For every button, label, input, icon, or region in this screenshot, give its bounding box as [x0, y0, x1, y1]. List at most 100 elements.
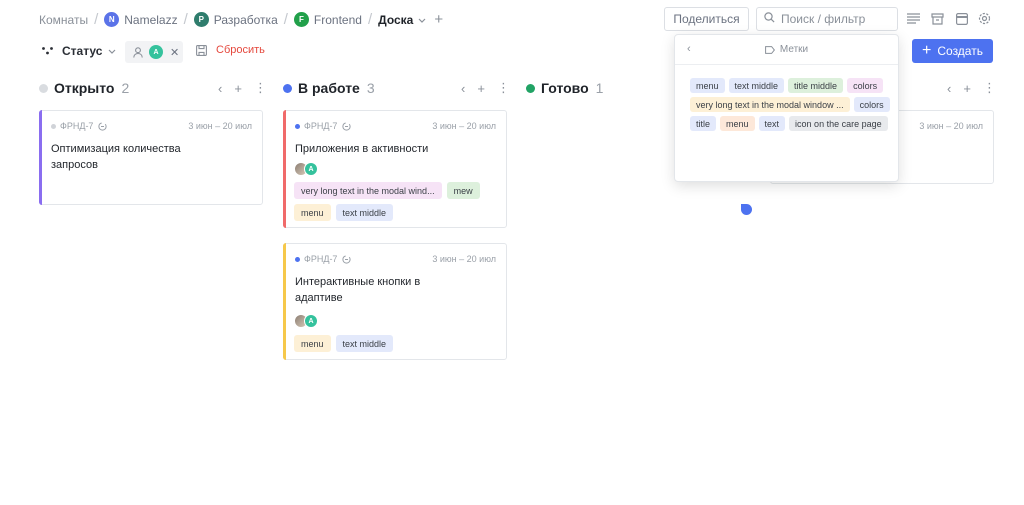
column-title: Готово: [541, 80, 589, 96]
column-header-done: Готово 1: [526, 78, 603, 98]
chevron-down-icon[interactable]: [418, 15, 426, 25]
card-dates: 3 июн – 20 июл: [919, 121, 983, 131]
column-count: 3: [366, 80, 375, 96]
breadcrumb-label: Комнаты: [39, 12, 89, 27]
window-icon[interactable]: [954, 11, 969, 26]
status-filter-label: Статус: [62, 44, 103, 58]
tag: menu: [294, 335, 331, 352]
search-box[interactable]: [756, 7, 898, 31]
search-icon: [764, 10, 775, 28]
reset-filter-label: Сбросить: [216, 44, 265, 56]
label-option[interactable]: text middle: [728, 78, 785, 93]
more-icon[interactable]: ⋮: [497, 80, 510, 96]
card-priority-bar: [283, 243, 286, 360]
collapse-left-icon[interactable]: ‹: [218, 81, 222, 96]
popover-title: Метки: [779, 44, 809, 55]
breadcrumb: Комнаты / N Namelazz / P Разработка / F …: [39, 11, 443, 28]
breadcrumb-label: Frontend: [313, 12, 362, 27]
breadcrumb-item-team[interactable]: F Frontend: [293, 12, 362, 27]
label-option[interactable]: colors: [853, 97, 890, 112]
breadcrumb-item-workspace[interactable]: N Namelazz: [104, 12, 178, 27]
column-actions: ‹ + ⋮: [461, 80, 522, 96]
sync-icon: [98, 121, 108, 131]
archive-icon[interactable]: [930, 11, 945, 26]
card-tags: very long text in the modal wind... mew …: [294, 182, 494, 221]
card-title-line: Интерактивные кнопки в: [295, 276, 421, 288]
breadcrumb-separator: /: [367, 11, 373, 28]
drop-indicator: [741, 204, 752, 215]
card-title: Оптимизация количества запросов: [51, 141, 181, 173]
breadcrumb-label: Namelazz: [124, 12, 178, 27]
label-option[interactable]: menu: [720, 116, 755, 131]
status-dot: [51, 123, 56, 129]
column-count: 2: [121, 80, 130, 96]
label-option[interactable]: title: [690, 116, 717, 131]
card-title-line: Оптимизация количества: [51, 143, 181, 155]
close-icon[interactable]: ✕: [170, 46, 179, 59]
gear-icon[interactable]: [977, 11, 992, 26]
add-card-icon[interactable]: +: [477, 81, 485, 96]
collapse-left-icon[interactable]: ‹: [947, 81, 951, 96]
avatar: A: [149, 45, 163, 59]
label-option[interactable]: very long text in the modal window ...: [690, 97, 850, 112]
card-meta: ФРНД-7: [295, 121, 352, 131]
back-arrow-icon[interactable]: ‹: [687, 43, 691, 55]
plus-icon: +: [922, 42, 932, 59]
create-button[interactable]: + Создать: [912, 39, 993, 63]
card-priority-bar: [39, 110, 42, 205]
status-dot: [526, 83, 535, 93]
card-title: Приложения в активности: [295, 141, 428, 157]
add-card-icon[interactable]: +: [963, 81, 971, 96]
breadcrumb-item-rooms[interactable]: Комнаты: [39, 13, 88, 27]
card-title-line: адаптиве: [295, 292, 343, 304]
user-icon: [133, 46, 143, 58]
status-dot: [295, 256, 300, 262]
project-avatar: P: [193, 12, 209, 27]
breadcrumb-label: Доска: [378, 12, 414, 27]
card-dates: 3 июн – 20 июл: [188, 121, 252, 131]
more-icon[interactable]: ⋮: [983, 80, 996, 96]
add-view-icon[interactable]: +: [434, 12, 443, 27]
more-icon[interactable]: ⋮: [254, 80, 267, 96]
save-icon: [196, 44, 207, 56]
assignee-filter-chip[interactable]: A ✕: [125, 41, 183, 63]
breadcrumb-label: Разработка: [213, 12, 278, 27]
add-card-icon[interactable]: +: [234, 81, 242, 96]
breadcrumb-separator: /: [94, 11, 99, 28]
task-card[interactable]: ФРНД-7 3 июн – 20 июл Интерактивные кноп…: [283, 243, 507, 360]
breadcrumb-item-project[interactable]: P Разработка: [193, 12, 278, 27]
label-option[interactable]: title middle: [788, 78, 844, 93]
status-dot: [39, 83, 48, 93]
card-title-line: запросов: [51, 159, 98, 171]
labels-popover: ‹ Метки menu text middle title middle co…: [674, 34, 899, 182]
card-assignees: A: [294, 314, 318, 328]
column-actions: ‹ + ⋮: [947, 80, 1008, 96]
task-card[interactable]: ФРНД-7 3 июн – 20 июл Приложения в актив…: [283, 110, 507, 228]
card-id: ФРНД-7: [304, 121, 338, 131]
label-option[interactable]: menu: [690, 78, 725, 93]
tag: very long text in the modal wind...: [294, 182, 442, 199]
chevron-down-icon: [108, 46, 116, 56]
collapse-left-icon[interactable]: ‹: [461, 81, 465, 96]
reset-filter-button[interactable]: Сбросить: [196, 44, 265, 56]
share-button[interactable]: Поделиться: [664, 7, 749, 31]
avatar: A: [304, 162, 318, 176]
task-card[interactable]: ФРНД-7 3 июн – 20 июл Оптимизация количе…: [39, 110, 263, 205]
status-filter[interactable]: Статус: [42, 44, 116, 58]
grouping-icon: [42, 46, 53, 56]
label-icon: [764, 45, 775, 54]
label-option[interactable]: text: [758, 116, 786, 131]
create-button-label: Создать: [937, 44, 983, 58]
label-option[interactable]: colors: [847, 78, 884, 93]
column-header-open: Открыто 2: [39, 78, 129, 98]
breadcrumb-item-board[interactable]: Доска: [378, 13, 426, 27]
card-meta: ФРНД-7: [51, 121, 108, 131]
sync-icon: [342, 121, 352, 131]
search-input[interactable]: [781, 12, 891, 26]
label-list: menu text middle title middle colors ver…: [690, 78, 895, 131]
card-title: Интерактивные кнопки в адаптиве: [295, 274, 420, 306]
card-title-line: Приложения в активности: [295, 143, 429, 155]
label-option[interactable]: icon on the care page: [789, 116, 888, 131]
breadcrumb-separator: /: [283, 11, 288, 28]
list-icon[interactable]: [906, 11, 921, 26]
